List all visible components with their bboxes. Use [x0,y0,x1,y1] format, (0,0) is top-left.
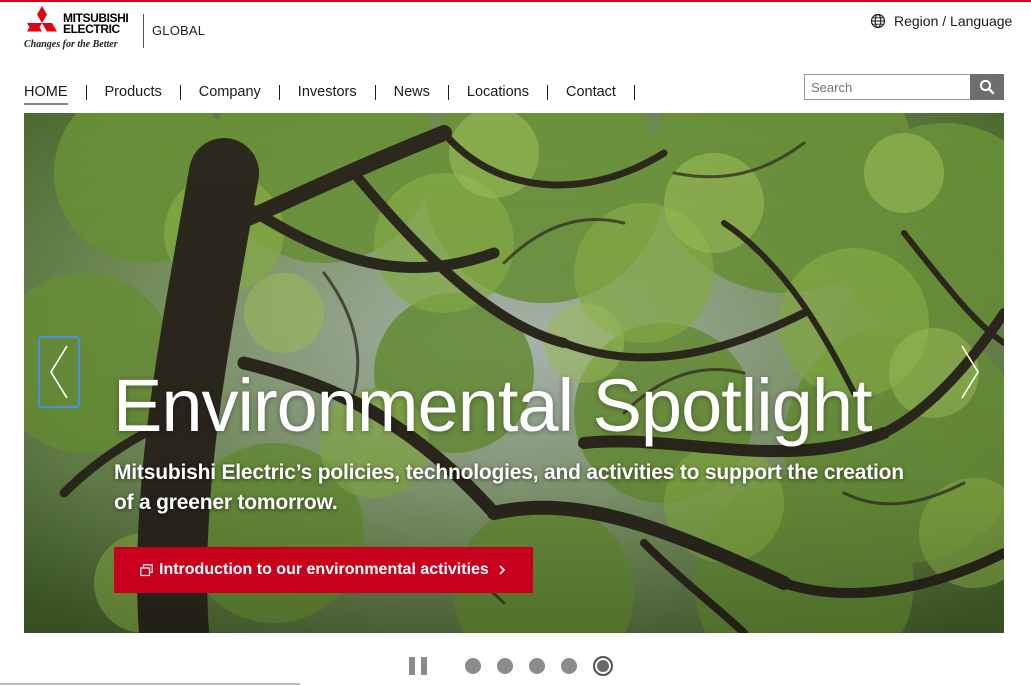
nav-item-locations[interactable]: Locations [449,84,548,100]
carousel-next-button[interactable] [952,336,988,408]
pause-icon [409,657,415,675]
region-language-link[interactable]: Region / Language [870,11,1012,31]
nav-item-news[interactable]: News [376,84,449,100]
nav-item-products[interactable]: Products [87,84,181,100]
environmental-activities-button[interactable]: Introduction to our environmental activi… [114,547,533,593]
chevron-left-icon [50,345,68,399]
carousel-dot-3[interactable] [529,658,545,674]
region-language-label: Region / Language [894,13,1013,29]
hero-title: Environmental Spotlight [113,364,873,447]
chevron-right-small-icon [499,565,505,575]
three-diamonds-icon [27,6,57,32]
main-navigation: HOME Products Company Investors News Loc… [24,82,635,105]
carousel-dot-5-active[interactable] [593,656,613,676]
logo-wordmark: MITSUBISHI ELECTRIC [63,11,129,36]
cta-label: Introduction to our environmental activi… [159,561,489,578]
search-button[interactable] [970,74,1004,100]
nav-item-home[interactable]: HOME [24,83,87,105]
hero-carousel-slide: Environmental Spotlight Mitsubishi Elect… [24,113,1004,633]
carousel-controls [407,656,613,676]
logo-tagline: Changes for the Better [24,39,118,50]
mitsubishi-logo[interactable]: MITSUBISHI ELECTRIC Changes for the Bett… [24,6,144,52]
nav-item-contact[interactable]: Contact [548,84,635,100]
carousel-dot-4[interactable] [561,658,577,674]
logo-divider [143,14,144,48]
chevron-right-icon [961,345,979,399]
site-label: GLOBAL [152,23,206,38]
external-window-icon [140,563,153,576]
carousel-prev-button[interactable] [38,336,80,408]
nav-item-company[interactable]: Company [181,84,280,100]
site-search [804,74,1004,100]
carousel-pause-button[interactable] [407,657,429,675]
hero-subtitle: Mitsubishi Electric’s policies, technolo… [114,461,904,514]
search-input[interactable] [804,74,970,100]
top-accent-bar [0,0,1031,2]
carousel-dot-1[interactable] [465,658,481,674]
carousel-dot-2[interactable] [497,658,513,674]
globe-icon [870,13,886,29]
nav-item-investors[interactable]: Investors [280,84,376,100]
search-icon [979,79,995,95]
